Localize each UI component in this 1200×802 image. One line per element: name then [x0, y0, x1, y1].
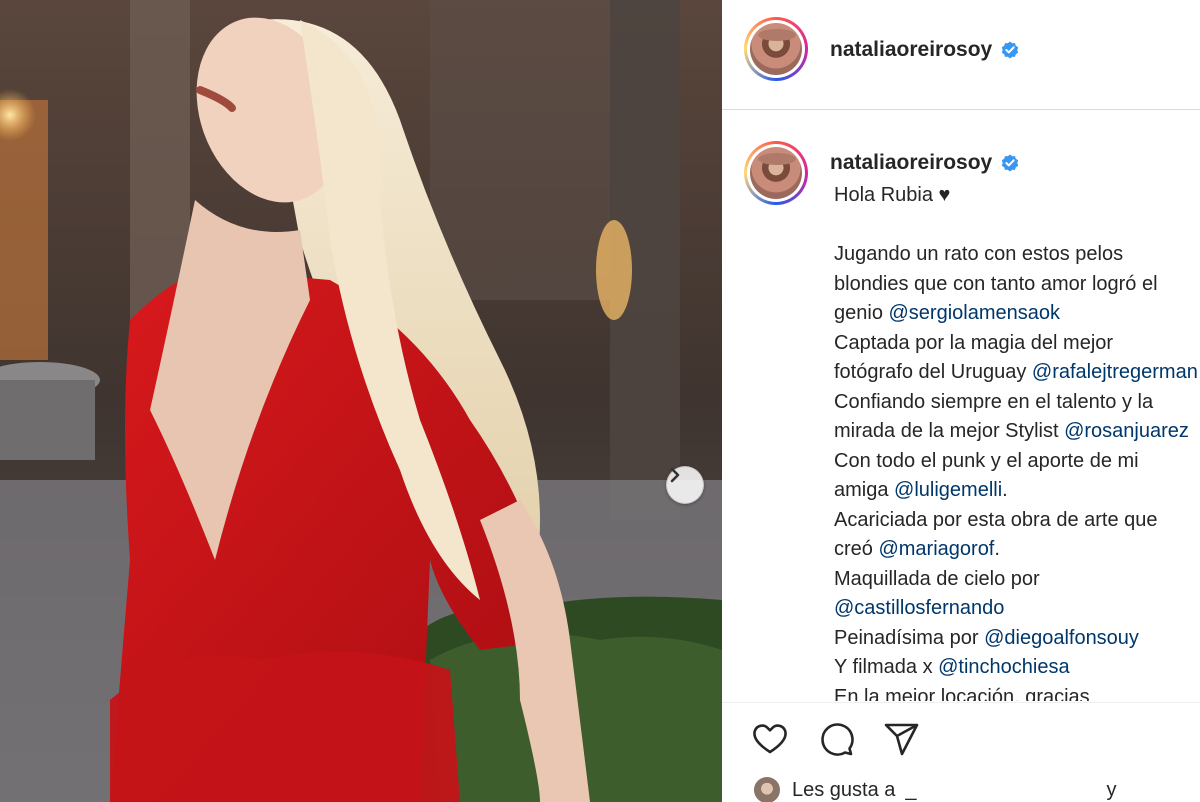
caption-line: blondies que con tanto amor logró el	[834, 270, 1200, 300]
caption-segment: Peinadísima por	[834, 626, 985, 649]
header-username-text[interactable]: nataliaoreirosoy	[830, 38, 992, 62]
post-photo[interactable]	[0, 0, 722, 802]
post-sidebar: nataliaoreirosoy nataliaoreirosoy Hola R…	[722, 0, 1200, 802]
verified-badge-icon	[1002, 41, 1019, 59]
caption-line: Acariciada por esta obra de arte que	[834, 506, 1200, 536]
mention-link[interactable]: @mariagorof	[878, 538, 994, 560]
likes-suffix: y	[1106, 778, 1117, 801]
caption-segment: mirada de la mejor Stylist	[834, 420, 1065, 442]
caption-segment: Jugando un rato con estos pelos	[834, 243, 1124, 265]
post-header: nataliaoreirosoy	[722, 0, 1200, 110]
next-photo-button[interactable]	[666, 466, 704, 504]
caption-heading: Hola Rubia ♥	[834, 184, 951, 206]
caption-segment: Confiando siempre en el talento y la	[834, 390, 1154, 413]
caption-username-text[interactable]: nataliaoreirosoy	[830, 151, 992, 175]
likes-prefix: Les gusta a	[792, 778, 896, 801]
caption-line: amiga @luligemelli.	[834, 476, 1200, 506]
mention-link[interactable]: @sergiolamensaok	[889, 302, 1061, 324]
mention-link[interactable]: @castillosfernando	[834, 597, 1004, 619]
caption-body: Jugando un rato con estos pelos blondies …	[834, 240, 1200, 701]
caption-line: Maquillada de cielo por	[834, 565, 1200, 595]
caption-segment: genio	[834, 302, 889, 324]
caption-line: genio @sergiolamensaok	[834, 299, 1200, 329]
verified-badge-icon	[1002, 154, 1019, 172]
action-bar: Les gusta a _ y	[722, 702, 1200, 802]
caption-line: @castillosfernando	[834, 594, 1200, 624]
liker-avatar[interactable]	[752, 775, 782, 802]
caption-segment: .	[1002, 479, 1008, 501]
caption-line: Jugando un rato con estos pelos	[834, 240, 1200, 270]
caption-segment: fotógrafo del Uruguay	[834, 361, 1032, 383]
caption-avatar[interactable]	[744, 141, 808, 205]
caption-username[interactable]: nataliaoreirosoy	[830, 151, 1020, 175]
caption-segment: Captada por la magia del mejor	[834, 331, 1114, 354]
caption-segment: Con todo el punk y el aporte de mi	[834, 449, 1139, 472]
caption-segment: En la mejor locación, gracias	[834, 685, 1090, 702]
likes-summary[interactable]: Les gusta a _ y	[752, 775, 1117, 802]
caption-line: fotógrafo del Uruguay @rafalejtregerman	[834, 358, 1200, 388]
mention-link[interactable]: @rafalejtregerman	[1032, 361, 1198, 383]
caption-segment: Acariciada por esta obra de arte que	[834, 508, 1158, 531]
caption-line: mirada de la mejor Stylist @rosanjuarez	[834, 417, 1200, 447]
caption-line: creó @mariagorof.	[834, 535, 1200, 565]
caption-segment: blondies que con tanto amor logró el	[834, 272, 1158, 295]
caption-line: En la mejor locación, gracias	[834, 683, 1200, 702]
caption-segment: Maquillada de cielo por	[834, 567, 1040, 590]
caption-segment: creó	[834, 538, 879, 560]
heart-icon[interactable]	[750, 719, 790, 759]
caption-line: Y filmada x @tinchochiesa	[834, 653, 1200, 683]
caption-segment: Y filmada x	[834, 656, 939, 678]
caption-text: Hola Rubia ♥ Jugando un rato con estos p…	[834, 181, 1200, 701]
caption-area: nataliaoreirosoy Hola Rubia ♥ Jugando un…	[722, 111, 1200, 701]
avatar[interactable]	[744, 17, 808, 81]
caption-line: Confiando siempre en el talento y la	[834, 388, 1200, 418]
caption-line: Peinadísima por @diegoalfonsouy	[834, 624, 1200, 654]
mention-link[interactable]: @rosanjuarez	[1064, 420, 1189, 442]
post-photo-illustration	[0, 0, 722, 802]
caption-segment: .	[994, 538, 1000, 560]
chevron-right-icon	[670, 467, 680, 483]
caption-segment: amiga	[834, 479, 895, 501]
mention-link[interactable]: @tinchochiesa	[938, 656, 1069, 678]
likes-name[interactable]: _	[905, 779, 916, 802]
caption-line: Con todo el punk y el aporte de mi	[834, 447, 1200, 477]
caption-line: Captada por la magia del mejor	[834, 329, 1200, 359]
comment-icon[interactable]	[816, 719, 856, 759]
mention-link[interactable]: @luligemelli	[894, 479, 1002, 501]
mention-link[interactable]: @diegoalfonsouy	[984, 627, 1139, 649]
header-username[interactable]: nataliaoreirosoy	[830, 38, 1020, 62]
send-icon[interactable]	[882, 719, 922, 759]
